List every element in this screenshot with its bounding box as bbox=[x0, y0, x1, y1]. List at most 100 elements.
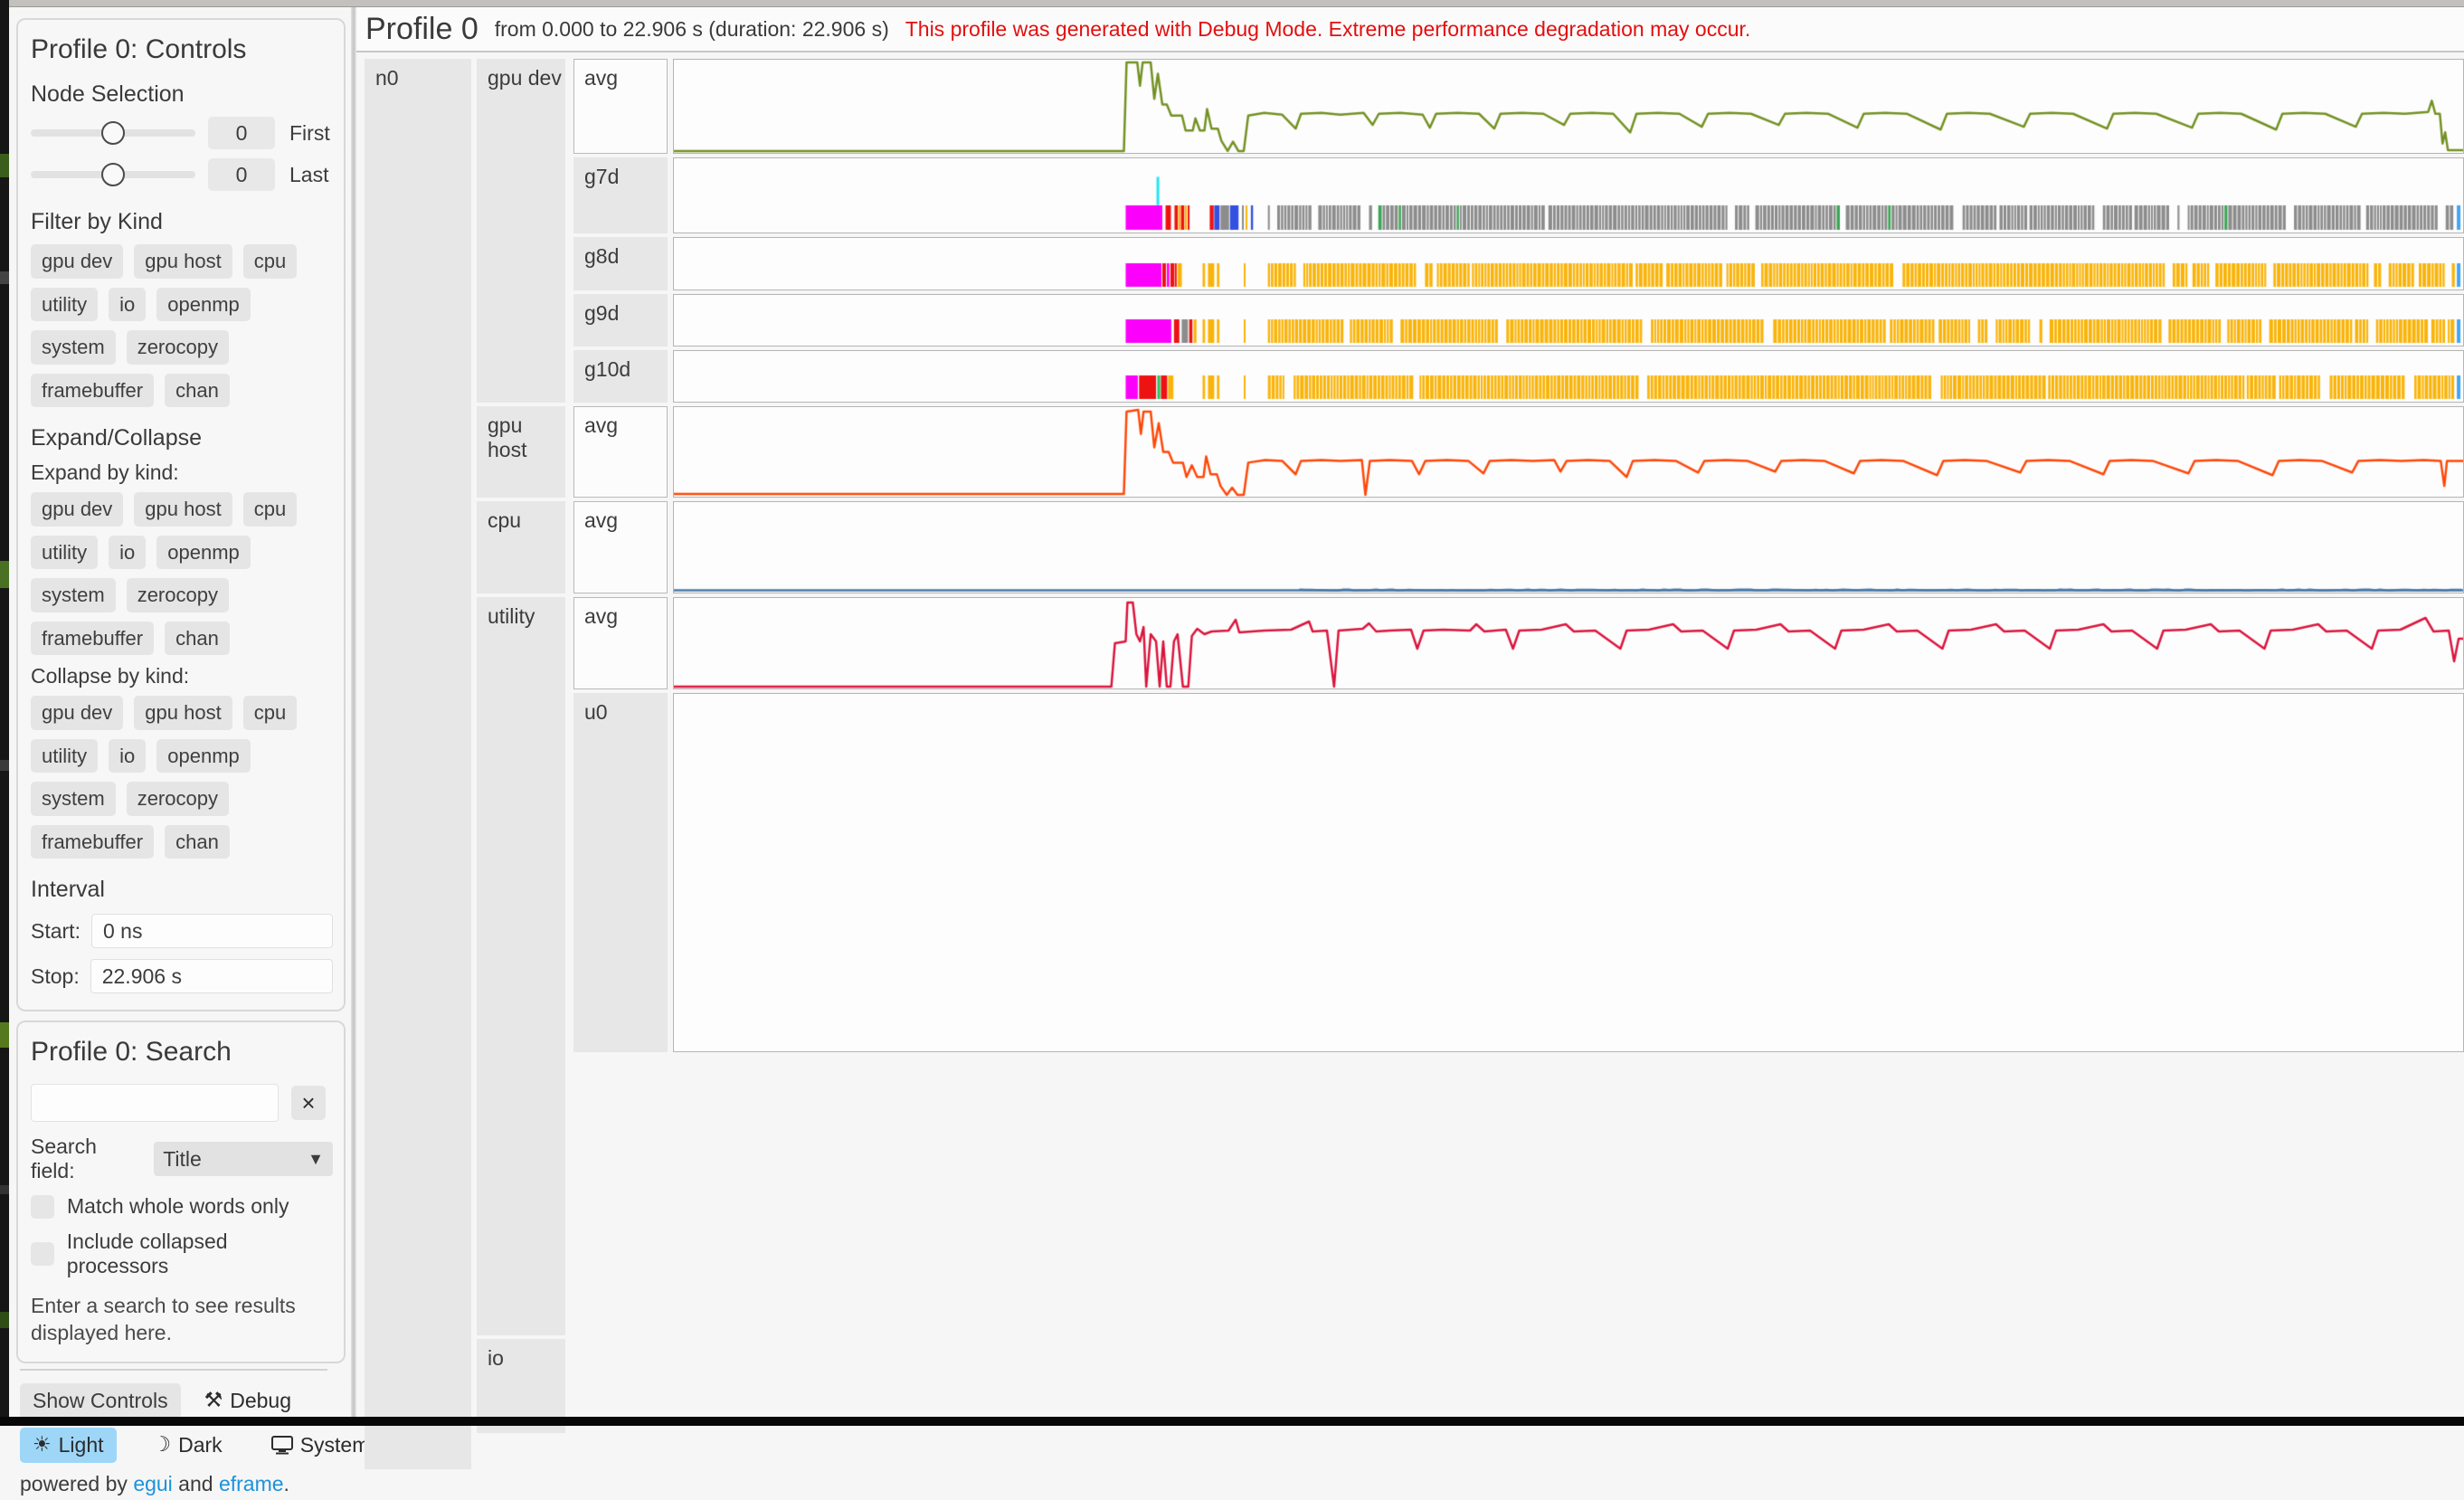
chart-utility-avg[interactable] bbox=[673, 597, 2464, 689]
collapse-kind-button-io[interactable]: io bbox=[109, 739, 146, 774]
collapse-kind-button-system[interactable]: system bbox=[31, 782, 116, 816]
chart-canvas-g7d-1[interactable] bbox=[674, 158, 2463, 233]
node-first-slider[interactable] bbox=[31, 129, 195, 137]
sun-icon: ☀ bbox=[33, 1433, 52, 1457]
chart-canvas-u0-8[interactable] bbox=[674, 694, 2463, 1051]
expand-kind-button-zerocopy[interactable]: zerocopy bbox=[127, 578, 229, 612]
interval-stop-input[interactable]: 22.906 s bbox=[90, 959, 333, 993]
collapse-kind-button-gpu-dev[interactable]: gpu dev bbox=[31, 696, 123, 730]
interval-heading: Interval bbox=[31, 877, 333, 903]
expand-kind-button-gpu-dev[interactable]: gpu dev bbox=[31, 492, 123, 527]
expand-kind-button-io[interactable]: io bbox=[109, 536, 146, 570]
chart-canvas-avg-7[interactable] bbox=[674, 598, 2463, 688]
expand-kind-buttons: gpu dev gpu host cpu utility io openmp systemz… bbox=[31, 492, 333, 655]
filter-kind-button-openmp[interactable]: openmp bbox=[156, 288, 251, 322]
show-controls-button[interactable]: Show Controls bbox=[20, 1383, 181, 1419]
node-first-label: First bbox=[289, 121, 330, 146]
interval-start-input[interactable]: 0 ns bbox=[91, 914, 333, 948]
theme-light-button[interactable]: ☀ Light bbox=[20, 1428, 117, 1463]
debug-button[interactable]: ⚒ Debug bbox=[204, 1389, 291, 1413]
theme-system-button[interactable]: System bbox=[259, 1428, 383, 1463]
chart-gpu-host-avg[interactable] bbox=[673, 406, 2464, 498]
proc-label-gpu-dev-avg[interactable]: avg bbox=[573, 59, 668, 154]
filter-kind-button-io[interactable]: io bbox=[109, 288, 146, 322]
kind-cell-utility[interactable]: utility bbox=[477, 597, 565, 1335]
filter-kind-button-utility[interactable]: utility bbox=[31, 288, 98, 322]
expand-kind-button-utility[interactable]: utility bbox=[31, 536, 98, 570]
chart-g10d[interactable] bbox=[673, 350, 2464, 403]
chart-cpu-avg[interactable] bbox=[673, 501, 2464, 593]
node-last-slider[interactable] bbox=[31, 171, 195, 178]
moon-icon: ☽ bbox=[153, 1433, 172, 1457]
expand-kind-button-framebuffer[interactable]: framebuffer bbox=[31, 622, 154, 656]
collapse-kind-button-chan[interactable]: chan bbox=[165, 825, 230, 859]
filter-kind-button-chan[interactable]: chan bbox=[165, 374, 230, 408]
filter-kind-button-cpu[interactable]: cpu bbox=[243, 244, 297, 279]
proc-label-g8d[interactable]: g8d bbox=[573, 237, 668, 290]
collapse-kind-button-openmp[interactable]: openmp bbox=[156, 739, 251, 774]
proc-label-g10d[interactable]: g10d bbox=[573, 350, 668, 403]
eframe-link[interactable]: eframe bbox=[219, 1472, 284, 1495]
chart-gpu-dev-avg[interactable] bbox=[673, 59, 2464, 154]
sidebar: Profile 0: Controls Node Selection 0 Fir… bbox=[9, 7, 351, 1417]
debug-hammer-icon: ⚒ bbox=[204, 1389, 223, 1412]
search-title: Profile 0: Search bbox=[31, 1037, 333, 1068]
expand-by-kind-label: Expand by kind: bbox=[31, 460, 333, 485]
chart-canvas-avg-0[interactable] bbox=[674, 60, 2463, 153]
desktop-speck bbox=[0, 760, 9, 771]
chart-g7d[interactable] bbox=[673, 157, 2464, 233]
expand-kind-button-system[interactable]: system bbox=[31, 578, 116, 612]
kind-cell-gpu-host[interactable]: gpu host bbox=[477, 406, 565, 498]
chart-canvas-g9d-3[interactable] bbox=[674, 295, 2463, 346]
proc-label-utility-avg[interactable]: avg bbox=[573, 597, 668, 689]
collapse-kind-button-cpu[interactable]: cpu bbox=[243, 696, 297, 730]
collapse-kind-buttons: gpu dev gpu host cpu utility io openmp systemz… bbox=[31, 696, 333, 859]
search-field-dropdown[interactable]: Title ▼ bbox=[154, 1142, 333, 1176]
desktop-speck bbox=[0, 1185, 9, 1194]
collapse-kind-button-gpu-host[interactable]: gpu host bbox=[134, 696, 232, 730]
collapse-kind-button-framebuffer[interactable]: framebuffer bbox=[31, 825, 154, 859]
proc-label-cpu-avg[interactable]: avg bbox=[573, 501, 668, 593]
node-last-slider-knob[interactable] bbox=[101, 163, 125, 186]
filter-kind-button-system[interactable]: system bbox=[31, 330, 116, 365]
search-clear-button[interactable]: × bbox=[291, 1086, 326, 1120]
node-first-slider-knob[interactable] bbox=[101, 121, 125, 145]
expand-kind-button-chan[interactable]: chan bbox=[165, 622, 230, 656]
node-cell-n0[interactable]: n0 bbox=[365, 59, 471, 1469]
match-whole-words-label: Match whole words only bbox=[67, 1194, 289, 1219]
filter-kind-button-framebuffer[interactable]: framebuffer bbox=[31, 374, 154, 408]
proc-label-u0[interactable]: u0 bbox=[573, 693, 668, 1052]
chart-canvas-g10d-4[interactable] bbox=[674, 351, 2463, 402]
search-input[interactable] bbox=[31, 1084, 279, 1122]
desktop-speck bbox=[0, 154, 9, 177]
proc-label-g7d[interactable]: g7d bbox=[573, 157, 668, 233]
controls-panel: Profile 0: Controls Node Selection 0 Fir… bbox=[16, 18, 346, 1011]
expand-kind-button-cpu[interactable]: cpu bbox=[243, 492, 297, 527]
chart-g9d[interactable] bbox=[673, 294, 2464, 347]
panel-divider[interactable] bbox=[351, 7, 356, 1417]
node-last-value[interactable]: 0 bbox=[208, 158, 275, 191]
filter-kind-button-gpu-host[interactable]: gpu host bbox=[134, 244, 232, 279]
proc-label-g9d[interactable]: g9d bbox=[573, 294, 668, 347]
collapse-kind-button-utility[interactable]: utility bbox=[31, 739, 98, 774]
kind-cell-cpu[interactable]: cpu bbox=[477, 501, 565, 593]
search-hint-text: Enter a search to see results displayed … bbox=[31, 1293, 302, 1347]
theme-dark-button[interactable]: ☽ Dark bbox=[140, 1428, 235, 1463]
match-whole-words-checkbox[interactable] bbox=[31, 1195, 54, 1219]
proc-label-gpu-host-avg[interactable]: avg bbox=[573, 406, 668, 498]
filter-kind-button-zerocopy[interactable]: zerocopy bbox=[127, 330, 229, 365]
chart-canvas-avg-6[interactable] bbox=[674, 502, 2463, 593]
collapse-kind-button-zerocopy[interactable]: zerocopy bbox=[127, 782, 229, 816]
chart-g8d[interactable] bbox=[673, 237, 2464, 290]
filter-kind-button-gpu-dev[interactable]: gpu dev bbox=[31, 244, 123, 279]
chart-canvas-g8d-2[interactable] bbox=[674, 238, 2463, 290]
kind-cell-gpu-dev[interactable]: gpu dev bbox=[477, 59, 565, 403]
chart-canvas-avg-5[interactable] bbox=[674, 407, 2463, 497]
egui-link[interactable]: egui bbox=[133, 1472, 172, 1495]
expand-kind-button-gpu-host[interactable]: gpu host bbox=[134, 492, 232, 527]
include-collapsed-checkbox[interactable] bbox=[31, 1242, 54, 1266]
chevron-down-icon: ▼ bbox=[308, 1150, 324, 1169]
chart-u0[interactable] bbox=[673, 693, 2464, 1052]
node-first-value[interactable]: 0 bbox=[208, 117, 275, 149]
expand-kind-button-openmp[interactable]: openmp bbox=[156, 536, 251, 570]
